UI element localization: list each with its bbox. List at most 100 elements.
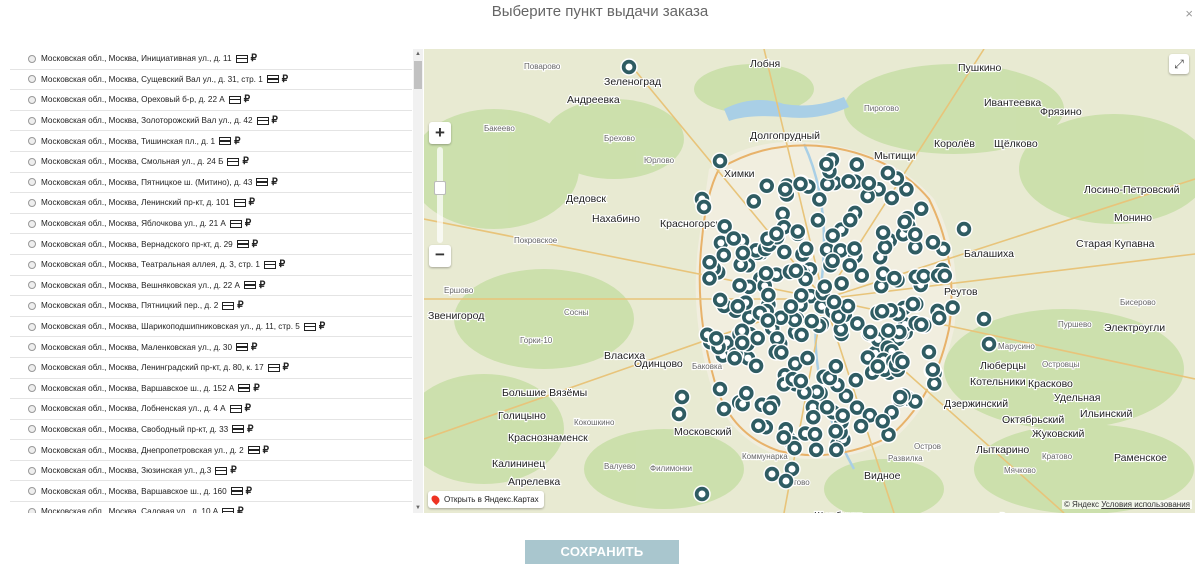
- pickup-marker[interactable]: [797, 240, 816, 258]
- radio-button[interactable]: [28, 425, 36, 434]
- terms-link[interactable]: Условия использования: [1101, 500, 1190, 509]
- pickup-marker[interactable]: [809, 211, 827, 229]
- pickup-marker[interactable]: [733, 334, 751, 352]
- pickup-marker[interactable]: [848, 155, 866, 174]
- pickup-list-item[interactable]: Московская обл., Москва, Смольная ул., д…: [10, 152, 412, 173]
- radio-button[interactable]: [28, 260, 36, 269]
- pickup-marker[interactable]: [924, 360, 942, 379]
- pickup-marker[interactable]: [920, 343, 938, 361]
- pickup-marker[interactable]: [747, 357, 765, 375]
- pickup-marker[interactable]: [891, 388, 909, 406]
- pickup-marker[interactable]: [711, 152, 729, 170]
- pickup-marker[interactable]: [745, 192, 763, 211]
- save-button[interactable]: СОХРАНИТЬ: [525, 540, 679, 564]
- pickup-list-item[interactable]: Московская обл., Москва, Садовая ул., д.…: [10, 502, 412, 513]
- pickup-marker[interactable]: [759, 286, 778, 304]
- pickup-marker[interactable]: [810, 190, 829, 209]
- pickup-list-item[interactable]: Московская обл., Москва, Шарикоподшипник…: [10, 317, 412, 338]
- pickup-list-item[interactable]: Московская обл., Москва, Ореховый б-р, д…: [10, 90, 412, 111]
- radio-button[interactable]: [28, 487, 36, 496]
- pickup-marker[interactable]: [673, 388, 691, 406]
- pickup-marker[interactable]: [730, 276, 749, 295]
- pickup-marker[interactable]: [930, 309, 948, 327]
- pickup-marker[interactable]: [777, 472, 795, 490]
- scroll-up-arrow-icon[interactable]: ▲: [413, 49, 423, 59]
- pickup-list-item[interactable]: Московская обл., Москва, Золоторожский В…: [10, 111, 412, 132]
- radio-button[interactable]: [28, 198, 36, 207]
- pickup-marker[interactable]: [806, 425, 824, 444]
- radio-button[interactable]: [28, 240, 36, 249]
- pickup-marker[interactable]: [620, 58, 638, 76]
- scroll-down-arrow-icon[interactable]: ▼: [413, 503, 423, 513]
- radio-button[interactable]: [28, 301, 36, 310]
- pickup-marker[interactable]: [707, 329, 726, 348]
- radio-button[interactable]: [28, 137, 36, 146]
- radio-button[interactable]: [28, 157, 36, 166]
- radio-button[interactable]: [28, 404, 36, 413]
- pickup-marker[interactable]: [847, 371, 865, 389]
- zoom-slider-handle[interactable]: [434, 181, 446, 195]
- pickup-marker[interactable]: [912, 315, 931, 334]
- pickup-marker[interactable]: [826, 422, 845, 440]
- pickup-marker[interactable]: [893, 353, 912, 371]
- radio-button[interactable]: [28, 363, 36, 372]
- pickup-marker[interactable]: [823, 252, 842, 270]
- radio-button[interactable]: [28, 178, 36, 187]
- pickup-marker[interactable]: [715, 246, 733, 264]
- pickup-list-item[interactable]: Московская обл., Москва, Вернадского пр-…: [10, 234, 412, 255]
- pickup-marker[interactable]: [914, 267, 933, 285]
- pickup-list-item[interactable]: Московская обл., Москва, Пятницкий пер.,…: [10, 296, 412, 317]
- pickup-list-item[interactable]: Московская обл., Москва, Пятницкое ш. (М…: [10, 173, 412, 194]
- zoom-in-button[interactable]: +: [429, 122, 451, 144]
- pickup-marker[interactable]: [904, 295, 922, 313]
- pickup-marker[interactable]: [827, 357, 845, 376]
- pickup-marker[interactable]: [876, 238, 894, 256]
- pickup-marker[interactable]: [791, 175, 810, 193]
- pickup-marker[interactable]: [737, 384, 756, 402]
- radio-button[interactable]: [28, 95, 36, 104]
- pickup-marker[interactable]: [912, 199, 930, 218]
- pickup-marker[interactable]: [845, 239, 864, 258]
- pickup-marker[interactable]: [792, 326, 811, 344]
- radio-button[interactable]: [28, 54, 36, 63]
- pickup-marker[interactable]: [825, 293, 843, 311]
- pickup-marker[interactable]: [776, 180, 794, 199]
- open-in-yandex-maps-button[interactable]: Открыть в Яндекс.Картах: [428, 491, 544, 508]
- pickup-marker[interactable]: [749, 416, 768, 435]
- pickup-marker[interactable]: [936, 267, 954, 285]
- scroll-thumb[interactable]: [414, 61, 422, 89]
- pickup-marker[interactable]: [700, 269, 719, 288]
- pickup-marker[interactable]: [873, 302, 891, 321]
- pickup-list-item[interactable]: Московская обл., Москва, Зюзинская ул., …: [10, 461, 412, 482]
- pickup-marker[interactable]: [955, 220, 973, 238]
- pickup-marker[interactable]: [693, 485, 711, 503]
- zoom-out-button[interactable]: −: [429, 245, 451, 267]
- radio-button[interactable]: [28, 116, 36, 125]
- pickup-marker[interactable]: [761, 399, 779, 417]
- pickup-marker[interactable]: [711, 380, 729, 398]
- radio-button[interactable]: [28, 507, 36, 513]
- radio-button[interactable]: [28, 322, 36, 331]
- pickup-marker[interactable]: [734, 244, 752, 262]
- pickup-marker[interactable]: [885, 269, 904, 287]
- pickup-marker[interactable]: [879, 321, 898, 340]
- pickup-marker[interactable]: [759, 311, 777, 330]
- pickup-marker[interactable]: [817, 155, 836, 173]
- pickup-marker[interactable]: [943, 298, 962, 317]
- radio-button[interactable]: [28, 281, 36, 290]
- radio-button[interactable]: [28, 466, 36, 475]
- pickup-marker[interactable]: [767, 224, 786, 243]
- pickup-marker[interactable]: [789, 222, 807, 241]
- pickup-marker[interactable]: [980, 335, 998, 353]
- pickup-marker[interactable]: [757, 176, 776, 195]
- pickup-marker[interactable]: [874, 223, 892, 242]
- pickup-marker[interactable]: [695, 198, 713, 216]
- pickup-marker[interactable]: [725, 229, 743, 248]
- pickup-list-item[interactable]: Московская обл., Москва, Свободный пр-кт…: [10, 420, 412, 441]
- zoom-slider-track[interactable]: [437, 147, 443, 243]
- pickup-marker[interactable]: [798, 349, 817, 367]
- pickup-list-item[interactable]: Московская обл., Москва, Варшавское ш., …: [10, 481, 412, 503]
- pickup-list-item[interactable]: Московская обл., Москва, Театральная алл…: [10, 255, 412, 276]
- pickup-list-item[interactable]: Московская обл., Москва, Днепропетровска…: [10, 440, 412, 461]
- pickup-marker[interactable]: [873, 412, 892, 431]
